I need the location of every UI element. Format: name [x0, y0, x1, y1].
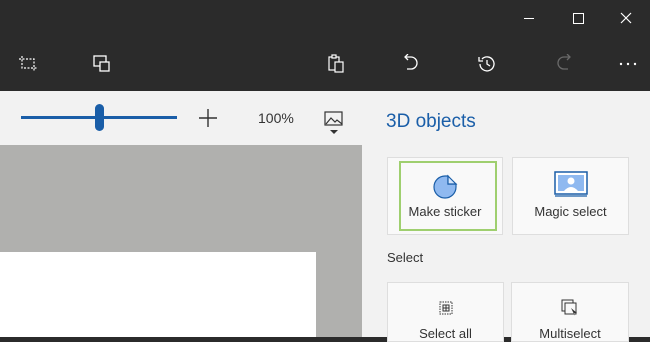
paste-icon: [93, 55, 110, 72]
multiselect-icon: [561, 299, 577, 316]
undo-button[interactable]: [387, 36, 435, 91]
title-bar: [0, 0, 650, 36]
undo-icon: [404, 53, 418, 70]
panel-title: 3D objects: [386, 111, 476, 132]
crop-icon: [19, 55, 37, 72]
more-icon: [619, 62, 637, 65]
close-icon: [620, 12, 632, 24]
clipboard-icon: [328, 54, 344, 73]
maximize-icon: [572, 12, 584, 24]
view-options-icon[interactable]: [318, 103, 350, 137]
toolbar: [0, 36, 650, 91]
select-section-label: Select: [387, 250, 424, 265]
select-all-icon: [439, 301, 452, 315]
zoom-slider-thumb[interactable]: [95, 104, 104, 131]
select-all-tile[interactable]: Select all: [387, 282, 504, 342]
magic-select-label: Magic select: [534, 204, 607, 219]
multiselect-label: Multiselect: [539, 326, 601, 341]
multiselect-tile[interactable]: Multiselect: [511, 282, 629, 342]
close-button[interactable]: [602, 0, 650, 36]
maximize-button[interactable]: [554, 0, 602, 36]
clipboard-button[interactable]: [312, 36, 360, 91]
canvas-paper[interactable]: [0, 252, 316, 337]
history-button[interactable]: [463, 36, 511, 91]
history-icon: [478, 55, 495, 72]
paste-button[interactable]: [78, 36, 126, 91]
magic-select-icon: [553, 171, 588, 197]
make-sticker-tile[interactable]: Make sticker: [387, 157, 503, 235]
zoom-in-icon[interactable]: [197, 107, 219, 129]
crop-button[interactable]: [4, 36, 52, 91]
magic-select-tile[interactable]: Magic select: [512, 157, 629, 235]
zoom-bar: 100%: [0, 91, 362, 145]
side-panel: 3D objects Make sticker Magic select Sel…: [362, 91, 650, 342]
minimize-icon: [524, 17, 534, 19]
select-all-label: Select all: [419, 326, 472, 341]
minimize-button[interactable]: [505, 0, 553, 36]
redo-icon: [557, 53, 571, 70]
more-button[interactable]: [604, 36, 650, 91]
make-sticker-label: Make sticker: [408, 204, 482, 219]
redo-button[interactable]: [540, 36, 588, 91]
sticker-icon: [433, 174, 458, 199]
zoom-level-value: 100%: [258, 110, 294, 126]
